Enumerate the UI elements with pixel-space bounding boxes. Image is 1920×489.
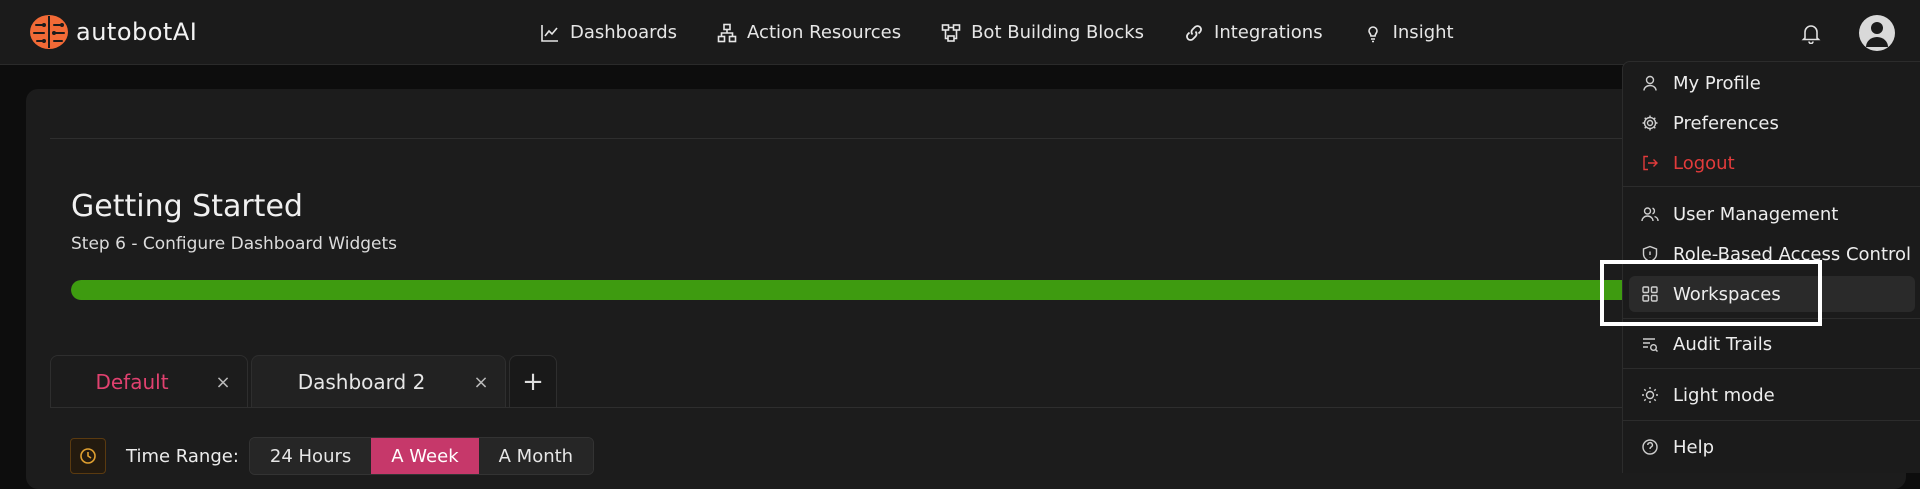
divider: [50, 138, 1890, 139]
close-icon[interactable]: ×: [471, 372, 491, 393]
menu-divider: [1623, 420, 1920, 421]
chart-line-icon: [541, 24, 558, 42]
menu-item-audit-trails[interactable]: Audit Trails: [1629, 326, 1915, 362]
main-nav: Dashboards Action Resources Bot Building…: [540, 0, 1494, 65]
sun-icon: [1642, 387, 1658, 403]
menu-item-label: User Management: [1673, 203, 1839, 225]
audit-list-icon: [1643, 338, 1658, 352]
brain-icon: [30, 15, 68, 49]
clock-button[interactable]: [70, 438, 106, 474]
time-range-a-month[interactable]: A Month: [478, 438, 594, 474]
close-icon[interactable]: ×: [213, 372, 233, 393]
add-tab-button[interactable]: +: [509, 355, 557, 408]
tab-dashboard-2[interactable]: Dashboard 2 ×: [251, 355, 506, 408]
link-icon: [1186, 24, 1202, 41]
nav-label: Action Resources: [747, 22, 902, 43]
nav-insight[interactable]: Insight: [1363, 22, 1454, 43]
nav-bot-building-blocks[interactable]: Bot Building Blocks: [941, 22, 1144, 43]
menu-item-label: Help: [1673, 436, 1715, 458]
users-icon: [1641, 207, 1659, 222]
menu-item-label: Preferences: [1673, 112, 1779, 134]
tab-label: Default: [95, 370, 169, 394]
menu-item-logout[interactable]: Logout: [1629, 145, 1915, 181]
time-range-selector: 24 Hours A Week A Month: [248, 437, 595, 475]
menu-divider: [1623, 368, 1920, 369]
sitemap-icon: [717, 23, 737, 42]
avatar[interactable]: [1859, 15, 1895, 51]
nav-label: Dashboards: [570, 22, 678, 43]
page-title: Getting Started: [71, 189, 303, 224]
step-text: Step 6 - Configure Dashboard Widgets: [71, 234, 398, 254]
blocks-icon: [941, 23, 961, 42]
menu-item-label: My Profile: [1673, 72, 1761, 94]
clock-icon: [80, 448, 96, 464]
highlight-box: [1600, 260, 1822, 326]
menu-item-label: Light mode: [1673, 384, 1775, 406]
bell-icon[interactable]: [1800, 22, 1822, 44]
time-range-a-week[interactable]: A Week: [371, 438, 479, 474]
tabs-divider: [50, 407, 1890, 408]
logout-icon: [1643, 155, 1658, 171]
menu-item-light-mode[interactable]: Light mode: [1629, 377, 1915, 413]
nav-action-resources[interactable]: Action Resources: [717, 22, 901, 43]
top-navbar: autobotAI Dashboards Action Resources Bo…: [0, 0, 1920, 65]
lightbulb-icon: [1367, 25, 1378, 42]
gear-icon: [1642, 115, 1658, 131]
nav-label: Bot Building Blocks: [971, 22, 1145, 43]
time-range-row: Time Range: 24 Hours A Week A Month: [70, 437, 595, 475]
nav-label: Integrations: [1214, 22, 1323, 43]
nav-label: Insight: [1392, 22, 1454, 43]
brand[interactable]: autobotAI: [28, 13, 197, 51]
menu-item-preferences[interactable]: Preferences: [1629, 105, 1915, 141]
time-range-label: Time Range:: [126, 445, 239, 467]
time-range-24-hours[interactable]: 24 Hours: [249, 438, 372, 474]
help-icon: [1642, 439, 1658, 455]
dashboard-tabs: Default × Dashboard 2 × +: [50, 355, 560, 408]
nav-dashboards[interactable]: Dashboards: [540, 22, 677, 43]
menu-item-user-management[interactable]: User Management: [1629, 196, 1915, 232]
user-avatar-icon: [1866, 22, 1888, 47]
menu-item-label: Logout: [1673, 152, 1735, 174]
menu-item-label: Audit Trails: [1673, 333, 1773, 355]
menu-divider: [1623, 186, 1920, 187]
user-icon: [1643, 75, 1657, 91]
nav-integrations[interactable]: Integrations: [1184, 22, 1323, 43]
tab-default[interactable]: Default ×: [50, 355, 248, 408]
brand-name: autobotAI: [76, 18, 198, 46]
menu-item-help[interactable]: Help: [1629, 429, 1915, 465]
menu-item-my-profile[interactable]: My Profile: [1629, 65, 1915, 101]
tab-label: Dashboard 2: [297, 370, 426, 394]
